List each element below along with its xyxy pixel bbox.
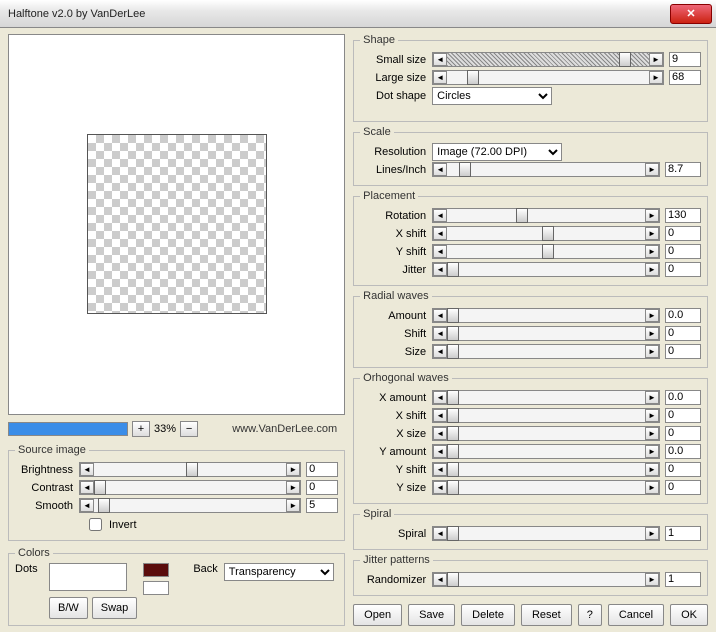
titlebar: Halftone v2.0 by VanDerLee ✕ <box>0 0 716 28</box>
zoom-out-button[interactable]: − <box>180 421 198 437</box>
small-size-slider[interactable]: ◄ ► <box>432 52 664 67</box>
preview-checkerboard <box>87 134 267 314</box>
zoom-progress[interactable] <box>8 422 128 436</box>
contrast-value[interactable]: 0 <box>306 480 338 495</box>
smooth-label: Smooth <box>15 500 77 512</box>
dots-label: Dots <box>15 563 43 575</box>
xamount-slider[interactable]: ◄► <box>432 390 660 405</box>
content: + 33% − www.VanDerLee.com Source image B… <box>0 28 716 632</box>
save-button[interactable]: Save <box>408 604 455 626</box>
brightness-slider[interactable]: ◄ ► <box>79 462 301 477</box>
lines-per-inch-value[interactable]: 8.7 <box>665 162 701 177</box>
left-pane: + 33% − www.VanDerLee.com Source image B… <box>8 34 345 626</box>
invert-checkbox[interactable] <box>89 518 102 531</box>
invert-label: Invert <box>109 519 137 531</box>
small-size-value[interactable]: 9 <box>669 52 701 67</box>
back-select[interactable]: Transparency <box>224 563 334 581</box>
colors-legend: Colors <box>15 547 53 559</box>
right-pane: Shape Small size ◄ ► 9 Large size ◄ ► 68 <box>353 34 708 626</box>
help-button[interactable]: ? <box>578 604 602 626</box>
resolution-select[interactable]: Image (72.00 DPI) <box>432 143 562 161</box>
swap-button[interactable]: Swap <box>92 597 138 619</box>
color-swatch-1[interactable] <box>143 563 169 577</box>
brightness-label: Brightness <box>15 464 77 476</box>
randomizer-slider[interactable]: ◄► <box>432 572 660 587</box>
jitter-slider[interactable]: ◄► <box>432 262 660 277</box>
zoom-in-button[interactable]: + <box>132 421 150 437</box>
placement-group: Placement Rotation ◄► 130 X shift ◄► 0 Y… <box>353 190 708 286</box>
close-button[interactable]: ✕ <box>670 4 712 24</box>
ysize-slider[interactable]: ◄► <box>432 480 660 495</box>
spiral-group: Spiral Spiral ◄► 1 <box>353 508 708 550</box>
open-button[interactable]: Open <box>353 604 402 626</box>
zoom-percent: 33% <box>154 423 176 435</box>
dot-shape-select[interactable]: Circles <box>432 87 552 105</box>
reset-button[interactable]: Reset <box>521 604 572 626</box>
shape-group: Shape Small size ◄ ► 9 Large size ◄ ► 68 <box>353 34 708 122</box>
delete-button[interactable]: Delete <box>461 604 515 626</box>
smooth-value[interactable]: 5 <box>306 498 338 513</box>
yamount-slider[interactable]: ◄► <box>432 444 660 459</box>
bw-button[interactable]: B/W <box>49 597 88 619</box>
yshift2-slider[interactable]: ◄► <box>432 462 660 477</box>
brightness-value[interactable]: 0 <box>306 462 338 477</box>
cancel-button[interactable]: Cancel <box>608 604 664 626</box>
radial-group: Radial waves Amount ◄► 0.0 Shift ◄► 0 Si… <box>353 290 708 368</box>
arrow-right-icon[interactable]: ► <box>286 463 300 476</box>
large-size-slider[interactable]: ◄ ► <box>432 70 664 85</box>
vendor-link[interactable]: www.VanDerLee.com <box>232 423 337 435</box>
button-row: Open Save Delete Reset ? Cancel OK <box>353 600 708 626</box>
source-image-legend: Source image <box>15 444 89 456</box>
invert-checkbox-row: Invert <box>85 515 338 534</box>
rotation-slider[interactable]: ◄► <box>432 208 660 223</box>
smooth-slider[interactable]: ◄ ► <box>79 498 301 513</box>
ok-button[interactable]: OK <box>670 604 708 626</box>
preview-panel <box>8 34 345 415</box>
colors-group: Colors Dots B/W Swap Back Transparency <box>8 547 345 626</box>
contrast-slider[interactable]: ◄ ► <box>79 480 301 495</box>
orthogonal-group: Orhogonal waves X amount ◄► 0.0 X shift … <box>353 372 708 504</box>
xsize-slider[interactable]: ◄► <box>432 426 660 441</box>
back-label: Back <box>193 563 217 575</box>
dots-swatch[interactable] <box>49 563 127 591</box>
source-image-group: Source image Brightness ◄ ► 0 Contrast ◄… <box>8 444 345 541</box>
radial-size-slider[interactable]: ◄► <box>432 344 660 359</box>
scale-group: Scale Resolution Image (72.00 DPI) Lines… <box>353 126 708 186</box>
xshift-slider[interactable]: ◄► <box>432 226 660 241</box>
window-title: Halftone v2.0 by VanDerLee <box>4 8 670 20</box>
zoom-row: + 33% − www.VanDerLee.com <box>8 421 345 438</box>
yshift-slider[interactable]: ◄► <box>432 244 660 259</box>
large-size-value[interactable]: 68 <box>669 70 701 85</box>
radial-shift-slider[interactable]: ◄► <box>432 326 660 341</box>
spiral-slider[interactable]: ◄► <box>432 526 660 541</box>
radial-amount-slider[interactable]: ◄► <box>432 308 660 323</box>
contrast-label: Contrast <box>15 482 77 494</box>
xshift2-slider[interactable]: ◄► <box>432 408 660 423</box>
color-swatch-2[interactable] <box>143 581 169 595</box>
close-icon: ✕ <box>686 7 695 20</box>
lines-per-inch-slider[interactable]: ◄ ► <box>432 162 660 177</box>
arrow-left-icon[interactable]: ◄ <box>80 463 94 476</box>
jitter-patterns-group: Jitter patterns Randomizer ◄► 1 <box>353 554 708 596</box>
